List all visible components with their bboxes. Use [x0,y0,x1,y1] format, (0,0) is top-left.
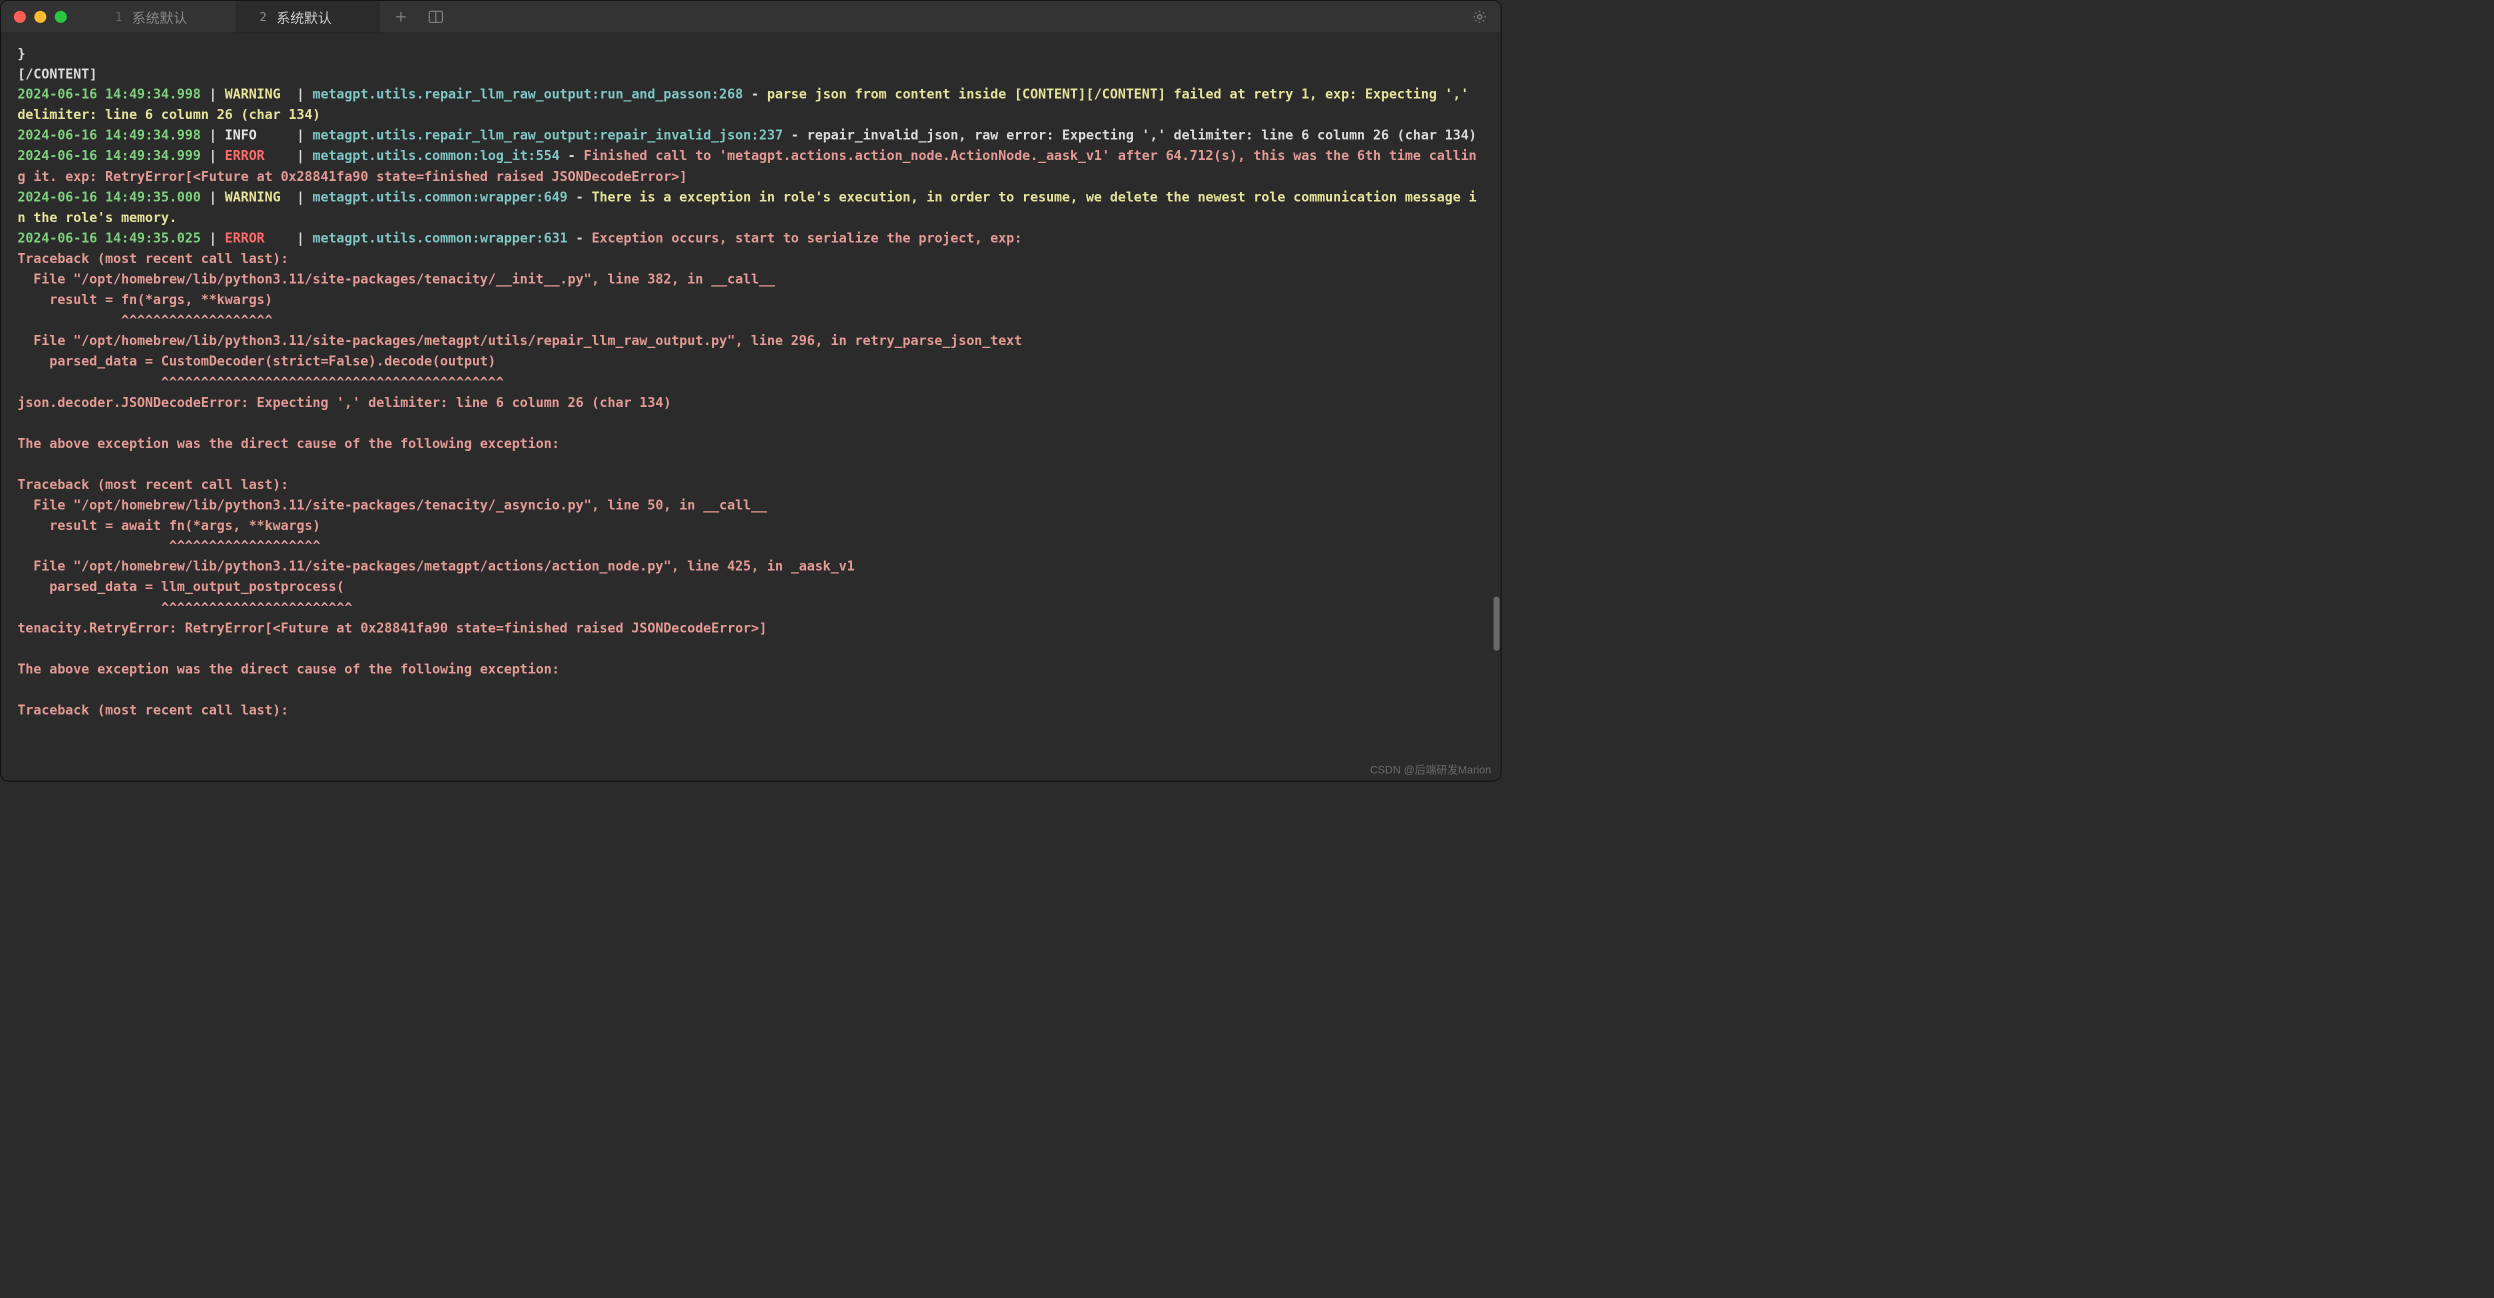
log-timestamp: 2024-06-16 14:49:35.025 [17,231,200,246]
log-source: metagpt.utils.common:wrapper:649 [313,190,568,205]
log-timestamp: 2024-06-16 14:49:35.000 [17,190,200,205]
tab-label: 系统默认 [276,6,331,26]
scrollbar-thumb[interactable] [1494,597,1500,651]
log-source: metagpt.utils.repair_llm_raw_output:run_… [313,87,744,102]
log-level: ERROR [225,231,265,246]
log-level: INFO [225,128,257,143]
log-source: metagpt.utils.common:log_it:554 [313,149,560,164]
tab-label: 系统默认 [132,6,187,26]
log-level: ERROR [225,149,265,164]
tab-2[interactable]: 2 系统默认 [235,1,379,33]
close-icon[interactable] [14,11,26,23]
split-pane-icon[interactable] [428,10,444,23]
gear-icon[interactable] [1472,9,1488,25]
log-source: metagpt.utils.repair_llm_raw_output:repa… [313,128,783,143]
traceback: Traceback (most recent call last): File … [17,252,1022,719]
maximize-icon[interactable] [55,11,67,23]
tab-index: 1 [115,9,122,23]
tab-index: 2 [259,9,266,23]
titlebar: 1 系统默认 2 系统默认 [1,1,1501,34]
terminal-output[interactable]: } [/CONTENT] 2024-06-16 14:49:34.998 | W… [1,33,1501,781]
log-timestamp: 2024-06-16 14:49:34.999 [17,149,200,164]
terminal-window: 1 系统默认 2 系统默认 } [/CONTENT] 2024-06-16 14… [0,0,1501,781]
log-message: Exception occurs, start to serialize the… [592,231,1023,246]
window-controls [14,11,67,23]
log-level: WARNING [225,190,281,205]
watermark: CSDN @后端研发Marion [1370,762,1491,778]
new-tab-icon[interactable] [394,10,407,23]
tab-bar: 1 系统默认 2 系统默认 [91,1,380,33]
minimize-icon[interactable] [34,11,46,23]
log-level: WARNING [225,87,281,102]
log-source: metagpt.utils.common:wrapper:631 [313,231,568,246]
log-timestamp: 2024-06-16 14:49:34.998 [17,87,200,102]
log-message: repair_invalid_json, raw error: Expectin… [807,128,1477,143]
tab-1[interactable]: 1 系统默认 [91,1,235,33]
output-line: } [17,46,25,61]
output-line: [/CONTENT] [17,67,97,82]
log-timestamp: 2024-06-16 14:49:34.998 [17,128,200,143]
tab-actions [380,10,444,23]
